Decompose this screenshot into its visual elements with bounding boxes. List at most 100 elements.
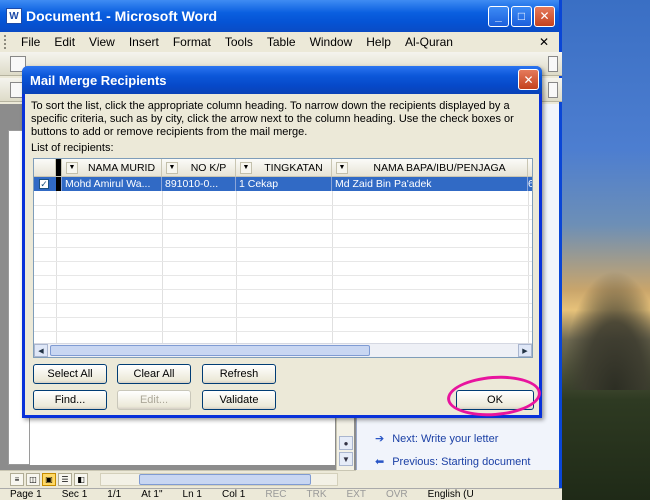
scroll-left-icon[interactable]: ◀ xyxy=(34,344,48,357)
column-header-nama-bapa[interactable]: ▼ NAMA BAPA/IBU/PENJAGA xyxy=(332,159,528,177)
grid-line xyxy=(34,275,532,276)
web-layout-icon[interactable]: ◫ xyxy=(26,473,40,486)
close-window-button[interactable]: ✕ xyxy=(534,5,555,27)
menu-window[interactable]: Window xyxy=(303,35,360,49)
grid-line xyxy=(162,191,163,343)
mail-merge-recipients-dialog: Mail Merge Recipients ✕ To sort the list… xyxy=(22,66,542,418)
table-row[interactable]: ✓ Mohd Amirul Wa... 891010-0... 1 Cekap … xyxy=(34,177,532,191)
menu-file[interactable]: File xyxy=(14,35,47,49)
menu-help[interactable]: Help xyxy=(359,35,398,49)
list-of-recipients-label: List of recipients: xyxy=(31,142,114,154)
desktop-wallpaper xyxy=(562,0,650,500)
dropdown-arrow-icon[interactable]: ▼ xyxy=(66,161,78,174)
status-trk[interactable]: TRK xyxy=(296,489,336,500)
status-line: Ln 1 xyxy=(182,489,202,500)
grid-line xyxy=(34,233,532,234)
column-header-overflow xyxy=(528,159,532,177)
status-column: Col 1 xyxy=(222,489,246,500)
column-header-nama-murid[interactable]: ▼ NAMA MURID xyxy=(62,159,162,177)
find-button[interactable]: Find... xyxy=(33,390,107,410)
menu-table[interactable]: Table xyxy=(260,35,303,49)
grid-line xyxy=(34,317,532,318)
grid-line xyxy=(34,205,532,206)
dropdown-arrow-icon[interactable]: ▼ xyxy=(336,161,348,174)
refresh-button[interactable]: Refresh xyxy=(202,364,276,384)
column-header-label: NAMA MURID xyxy=(87,161,156,174)
menu-al-quran[interactable]: Al-Quran xyxy=(398,35,460,49)
status-ext[interactable]: EXT xyxy=(336,489,375,500)
cell-nama-murid: Mohd Amirul Wa... xyxy=(62,177,162,191)
select-all-button[interactable]: Select All xyxy=(33,364,107,384)
checkbox-column-header[interactable] xyxy=(34,159,56,177)
column-header-label: TINGKATAN xyxy=(264,161,323,174)
menu-insert[interactable]: Insert xyxy=(122,35,166,49)
menu-format[interactable]: Format xyxy=(166,35,218,49)
arrow-right-icon: ➔ xyxy=(375,433,385,445)
browse-object-icon[interactable]: ● xyxy=(339,436,353,450)
column-header-no-kp[interactable]: ▼ NO K/P xyxy=(162,159,236,177)
grid-line xyxy=(34,247,532,248)
grid-line xyxy=(34,289,532,290)
outline-view-icon[interactable]: ☰ xyxy=(58,473,72,486)
clear-all-button[interactable]: Clear All xyxy=(117,364,191,384)
horizontal-scroll-thumb[interactable] xyxy=(139,474,311,485)
menu-view[interactable]: View xyxy=(82,35,122,49)
grid-horizontal-scrollbar[interactable]: ◀ ▶ xyxy=(34,343,532,357)
dialog-instructions: To sort the list, click the appropriate … xyxy=(31,100,514,138)
toolbar-grip-icon[interactable] xyxy=(4,35,8,49)
dialog-title: Mail Merge Recipients xyxy=(30,72,167,88)
column-header-label: NO K/P xyxy=(190,161,227,174)
column-header-tingkatan[interactable]: ▼ TINGKATAN xyxy=(236,159,332,177)
print-layout-icon[interactable]: ▣ xyxy=(42,473,56,486)
horizontal-scroll-track[interactable] xyxy=(100,473,338,486)
grid-line xyxy=(332,191,333,343)
status-section: Sec 1 xyxy=(61,489,88,500)
validate-button[interactable]: Validate xyxy=(202,390,276,410)
maximize-button[interactable]: □ xyxy=(511,5,532,27)
previous-step-link[interactable]: ⬅ Previous: Starting document xyxy=(375,455,531,469)
arrow-left-icon: ⬅ xyxy=(375,456,385,468)
recipients-grid[interactable]: ▼ NAMA MURID ▼ NO K/P ▼ TINGKATAN ▼ NAMA… xyxy=(33,158,533,358)
status-language: English (U xyxy=(427,489,474,500)
grid-line xyxy=(34,331,532,332)
grid-scroll-thumb[interactable] xyxy=(50,345,370,356)
menu-tools[interactable]: Tools xyxy=(218,35,260,49)
close-document-icon[interactable]: ✕ xyxy=(539,35,549,49)
reading-layout-icon[interactable]: ◧ xyxy=(74,473,88,486)
scroll-down-icon[interactable]: ▼ xyxy=(339,452,353,466)
status-pages: 1/1 xyxy=(107,489,122,500)
cell-nama-bapa: Md Zaid Bin Pa'adek xyxy=(332,177,528,191)
normal-view-icon[interactable]: ≡ xyxy=(10,473,24,486)
scroll-right-icon[interactable]: ▶ xyxy=(518,344,532,357)
status-rec[interactable]: REC xyxy=(255,489,296,500)
ok-button[interactable]: OK xyxy=(456,390,534,410)
toolbar-options-icon[interactable] xyxy=(548,82,558,98)
status-bar: Page 1 Sec 1 1/1 At 1" Ln 1 Col 1 REC TR… xyxy=(0,488,562,500)
edit-button[interactable]: Edit... xyxy=(117,390,191,410)
cell-tingkatan: 1 Cekap xyxy=(236,177,332,191)
toolbar-options-icon[interactable] xyxy=(548,56,558,72)
minimize-button[interactable]: _ xyxy=(488,5,509,27)
word-app-icon[interactable]: W xyxy=(6,8,22,24)
grid-line xyxy=(34,219,532,220)
window-title: Document1 - Microsoft Word xyxy=(26,8,218,24)
status-ovr[interactable]: OVR xyxy=(376,489,418,500)
status-at: At 1" xyxy=(141,489,163,500)
wallpaper-tree xyxy=(562,270,650,390)
menu-bar: File Edit View Insert Format Tools Table… xyxy=(0,32,559,52)
next-step-link[interactable]: ➔ Next: Write your letter xyxy=(375,432,498,446)
dialog-close-button[interactable]: ✕ xyxy=(518,69,539,90)
row-checkbox[interactable]: ✓ xyxy=(39,179,49,189)
menu-edit[interactable]: Edit xyxy=(47,35,82,49)
grid-line xyxy=(528,191,529,343)
dropdown-arrow-icon[interactable]: ▼ xyxy=(240,161,252,174)
grid-line xyxy=(56,191,57,343)
horizontal-scrollbar: ≡ ◫ ▣ ☰ ◧ xyxy=(0,470,356,488)
grid-line xyxy=(34,261,532,262)
previous-step-label: Previous: Starting document xyxy=(392,455,531,468)
dropdown-arrow-icon[interactable]: ▼ xyxy=(166,161,178,174)
cell-overflow: 6 xyxy=(528,177,532,191)
dialog-title-bar: Mail Merge Recipients ✕ xyxy=(22,66,542,94)
grid-line xyxy=(34,303,532,304)
cell-no-kp: 891010-0... xyxy=(162,177,236,191)
